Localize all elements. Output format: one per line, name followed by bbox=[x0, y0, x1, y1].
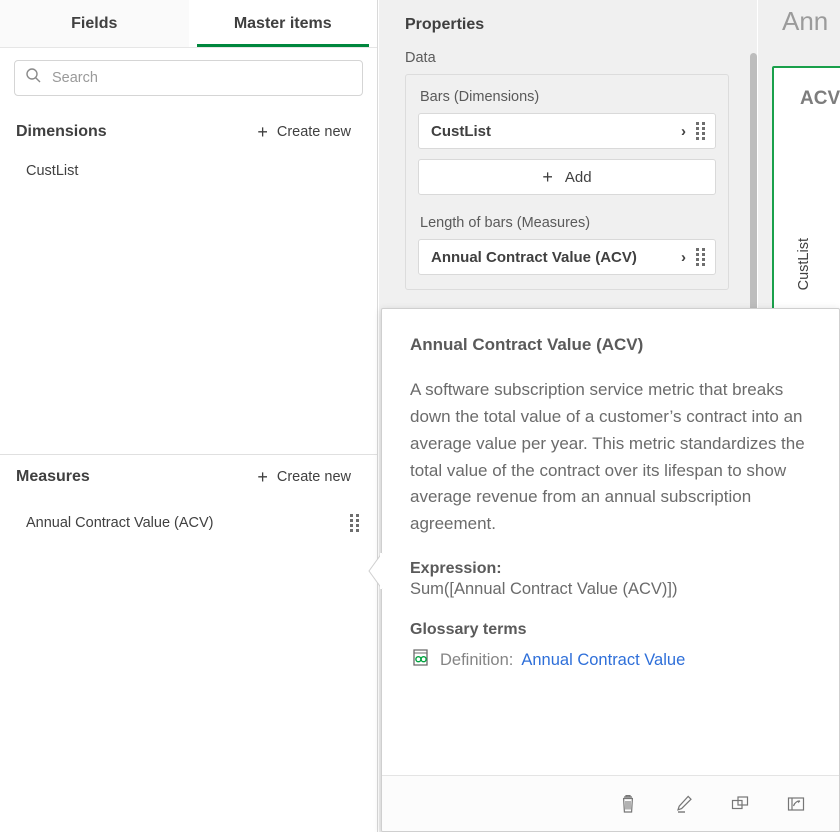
dimension-pill-label: CustList bbox=[431, 123, 491, 140]
expression-label: Expression: bbox=[410, 560, 811, 578]
plus-icon: + bbox=[542, 168, 553, 186]
assets-tabs: Fields Master items bbox=[0, 0, 377, 48]
measures-header: Measures + Create new bbox=[0, 455, 377, 499]
drag-handle-icon[interactable] bbox=[696, 248, 705, 266]
search-icon bbox=[25, 67, 42, 89]
delete-icon[interactable] bbox=[615, 791, 641, 817]
plus-icon: + bbox=[257, 123, 268, 141]
search-container bbox=[0, 48, 377, 110]
glossary-book-icon bbox=[410, 647, 432, 674]
measures-section: Measures + Create new Annual Contract Va… bbox=[0, 455, 377, 547]
add-dimension-button[interactable]: + Add bbox=[418, 159, 716, 195]
chevron-right-icon[interactable]: › bbox=[681, 123, 686, 140]
dimensions-header: Dimensions + Create new bbox=[0, 110, 377, 154]
add-dimension-label: Add bbox=[565, 169, 592, 186]
dimensions-title: Dimensions bbox=[16, 123, 107, 141]
measures-create-new-button[interactable]: + Create new bbox=[257, 468, 361, 486]
measure-item-label: Annual Contract Value (ACV) bbox=[26, 515, 214, 531]
expression-value: Sum([Annual Contract Value (ACV)]) bbox=[410, 580, 811, 599]
measures-list: Annual Contract Value (ACV) bbox=[0, 499, 377, 547]
list-item[interactable]: CustList bbox=[0, 154, 377, 188]
tab-master-items-label: Master items bbox=[234, 15, 332, 33]
viz-y-axis-label: CustList bbox=[796, 238, 812, 290]
popup-description: A software subscription service metric t… bbox=[410, 377, 811, 538]
tab-fields[interactable]: Fields bbox=[0, 0, 189, 47]
dimensions-create-new-label: Create new bbox=[277, 124, 351, 140]
measures-create-new-label: Create new bbox=[277, 469, 351, 485]
dimension-pill-controls: › bbox=[681, 122, 705, 140]
properties-scrollbar[interactable] bbox=[750, 53, 757, 346]
drag-handle-icon[interactable] bbox=[350, 514, 359, 532]
app-root: Fields Master items Dimensions bbox=[0, 0, 840, 832]
page-title: Ann bbox=[782, 6, 828, 37]
tab-master-items[interactable]: Master items bbox=[189, 0, 378, 47]
glossary-definition-row: Definition: Annual Contract Value bbox=[410, 647, 811, 674]
glossary-terms-label: Glossary terms bbox=[410, 621, 811, 639]
glossary-definition-link[interactable]: Annual Contract Value bbox=[521, 651, 685, 670]
properties-data-section-label: Data bbox=[379, 34, 757, 74]
edit-icon[interactable] bbox=[671, 791, 697, 817]
search-box[interactable] bbox=[14, 60, 363, 96]
properties-title: Properties bbox=[379, 0, 757, 34]
data-settings-card: Bars (Dimensions) CustList › + Add Lengt… bbox=[405, 74, 729, 290]
bars-dimensions-label: Bars (Dimensions) bbox=[420, 89, 716, 105]
tab-fields-label: Fields bbox=[71, 15, 117, 33]
dimension-item-label: CustList bbox=[26, 163, 78, 179]
measure-pill-controls: › bbox=[681, 248, 705, 266]
popup-pointer-arrow bbox=[368, 552, 383, 590]
popup-heading: Annual Contract Value (ACV) bbox=[410, 335, 811, 355]
measure-pill-acv[interactable]: Annual Contract Value (ACV) › bbox=[418, 239, 716, 275]
plus-icon: + bbox=[257, 468, 268, 486]
dimensions-create-new-button[interactable]: + Create new bbox=[257, 123, 361, 141]
dimension-pill-custlist[interactable]: CustList › bbox=[418, 113, 716, 149]
duplicate-icon[interactable] bbox=[727, 791, 753, 817]
measures-title: Measures bbox=[16, 468, 90, 486]
chevron-right-icon[interactable]: › bbox=[681, 249, 686, 266]
measure-pill-label: Annual Contract Value (ACV) bbox=[431, 249, 637, 266]
assets-panel: Fields Master items Dimensions bbox=[0, 0, 378, 832]
drag-handle-icon[interactable] bbox=[696, 122, 705, 140]
popup-footer-toolbar bbox=[382, 775, 839, 831]
master-measure-info-popup: Annual Contract Value (ACV) A software s… bbox=[381, 308, 840, 832]
search-input[interactable] bbox=[52, 70, 352, 86]
definition-label: Definition: bbox=[440, 651, 513, 670]
length-of-bars-measures-label: Length of bars (Measures) bbox=[420, 215, 716, 231]
viz-title: ACV bbox=[774, 68, 840, 110]
dimensions-section: Dimensions + Create new CustList bbox=[0, 110, 377, 454]
popup-content: Annual Contract Value (ACV) A software s… bbox=[382, 309, 839, 674]
list-item[interactable]: Annual Contract Value (ACV) bbox=[0, 499, 377, 547]
dimensions-list: CustList bbox=[0, 154, 377, 454]
export-icon[interactable] bbox=[783, 791, 809, 817]
